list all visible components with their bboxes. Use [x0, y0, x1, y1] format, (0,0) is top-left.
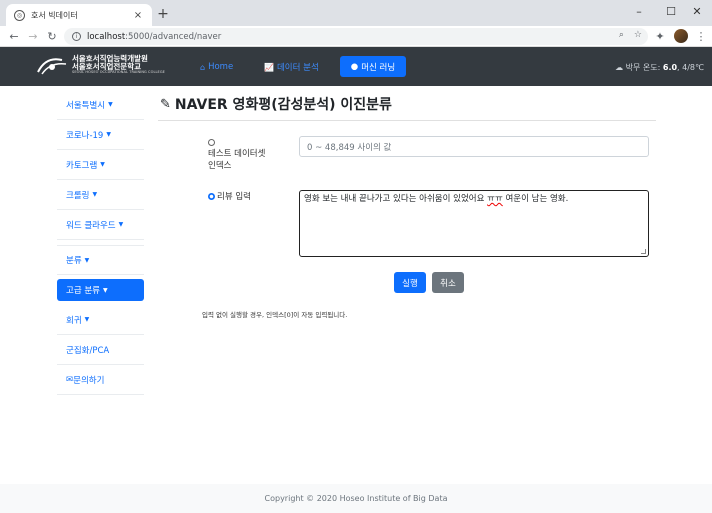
test-index-radio[interactable] [208, 139, 215, 146]
home-icon: ⌂ [200, 62, 206, 72]
site-info-icon[interactable]: i [72, 32, 81, 41]
caret-down-icon: ▼ [100, 161, 105, 168]
caret-down-icon: ▼ [102, 286, 108, 294]
sidebar: 서울특별시 ▼ 코로나-19 ▼ 카토그램 ▼ 크롤링 ▼ 워드 클라우드 ▼ 분류 ▼ 고… [57, 90, 144, 395]
weather-cloud-icon: ☁ [615, 63, 626, 72]
caret-down-icon: ▼ [108, 101, 113, 108]
sidebar-item-cartogram[interactable]: 카토그램 ▼ [57, 150, 144, 180]
sidebar-item-clustering[interactable]: 군집화/PCA [57, 335, 144, 365]
tab-close-icon[interactable]: × [132, 10, 144, 21]
sidebar-item-advanced-classification[interactable]: 고급 분류 ▼ [57, 279, 144, 301]
weather-info: ☁ 박무 온도: 6.0, 4/8℃ [615, 63, 704, 72]
address-bar[interactable]: i localhost:5000/advanced/naver ⌕ ☆ [64, 28, 648, 45]
sidebar-item-classification[interactable]: 분류 ▼ [57, 245, 144, 275]
chart-icon: 📈 [264, 62, 274, 72]
logo-mark-icon [37, 58, 67, 75]
caret-down-icon: ▼ [106, 131, 111, 138]
copyright-text: Copyright © 2020 Hoseo Institute of Big … [264, 494, 448, 503]
nav-data-analysis[interactable]: 📈 데이터 분석 [264, 57, 319, 77]
envelope-icon: ✉ [66, 374, 74, 385]
reload-icon[interactable]: ↻ [44, 28, 60, 44]
hint-text: 입력 없이 실행할 경우, 인덱스[0]이 자동 입력됩니다. [202, 311, 348, 319]
caret-down-icon: ▼ [84, 256, 90, 264]
caret-down-icon: ▼ [92, 191, 98, 198]
bookmark-star-icon[interactable]: ☆ [634, 30, 642, 40]
run-button[interactable]: 실행 [394, 272, 426, 293]
sidebar-item-seoul[interactable]: 서울특별시 ▼ [57, 90, 144, 120]
resize-handle-icon[interactable] [641, 249, 646, 254]
extensions-icon[interactable]: ✦ [652, 28, 668, 44]
browser-tab[interactable]: ◎ 호서 빅데이터 × [6, 4, 152, 26]
minimize-icon[interactable]: – [622, 0, 656, 22]
back-icon[interactable]: ← [6, 28, 22, 44]
footer: Copyright © 2020 Hoseo Institute of Big … [0, 484, 712, 513]
nav-home[interactable]: ⌂ Home [200, 57, 233, 77]
sidebar-item-crawling[interactable]: 크롤링 ▼ [57, 180, 144, 210]
sidebar-item-regression[interactable]: 회귀 ▼ [57, 305, 144, 335]
browser-tabstrip: ◎ 호서 빅데이터 × + – ☐ ✕ [0, 0, 712, 26]
browser-menu-icon[interactable]: ⋮ [693, 28, 709, 44]
site-logo[interactable]: 서울호서직업능력개발원 서울호서직업전문학교 SEOUL HOSEO OCCUP… [36, 54, 165, 76]
zoom-icon[interactable]: ⌕ [619, 30, 624, 40]
title-divider [158, 120, 656, 121]
tab-title: 호서 빅데이터 [31, 10, 78, 20]
test-index-input[interactable]: 0 ~ 48,849 사이의 값 [299, 136, 649, 157]
forward-icon[interactable]: → [25, 28, 41, 44]
sidebar-item-contact[interactable]: ✉ 문의하기 [57, 365, 144, 395]
cancel-button[interactable]: 취소 [432, 272, 464, 293]
review-textarea[interactable]: 영화 보는 내내 끝나가고 있다는 아쉬움이 있었어요 ㅠㅠ 여운이 남는 영화… [299, 190, 649, 257]
caret-down-icon: ▼ [84, 316, 90, 323]
review-option[interactable]: 리뷰 입력 [208, 192, 251, 203]
logo-line-3: SEOUL HOSEO OCCUPATIONAL TRAINING COLLEG… [72, 70, 165, 75]
brain-icon: ● [350, 61, 359, 72]
profile-avatar[interactable] [674, 29, 688, 43]
pen-icon: ✎ [160, 96, 171, 112]
sidebar-item-wordcloud[interactable]: 워드 클라우드 ▼ [57, 210, 144, 240]
favicon-icon: ◎ [14, 9, 25, 21]
url-text: localhost:5000/advanced/naver [87, 31, 222, 42]
nav-machine-learning[interactable]: ● 머신 러닝 [340, 56, 406, 77]
page-title: ✎ NAVER 영화평(감성분석) 이진분류 [160, 96, 392, 114]
caret-down-icon: ▼ [118, 221, 124, 228]
browser-toolbar: ← → ↻ i localhost:5000/advanced/naver ⌕ … [0, 26, 712, 47]
close-window-icon[interactable]: ✕ [680, 0, 712, 22]
test-index-option[interactable]: 테스트 데이터셋 인덱스 [208, 138, 265, 172]
review-radio[interactable] [208, 193, 215, 200]
sidebar-item-covid[interactable]: 코로나-19 ▼ [57, 120, 144, 150]
new-tab-icon[interactable]: + [156, 6, 170, 22]
